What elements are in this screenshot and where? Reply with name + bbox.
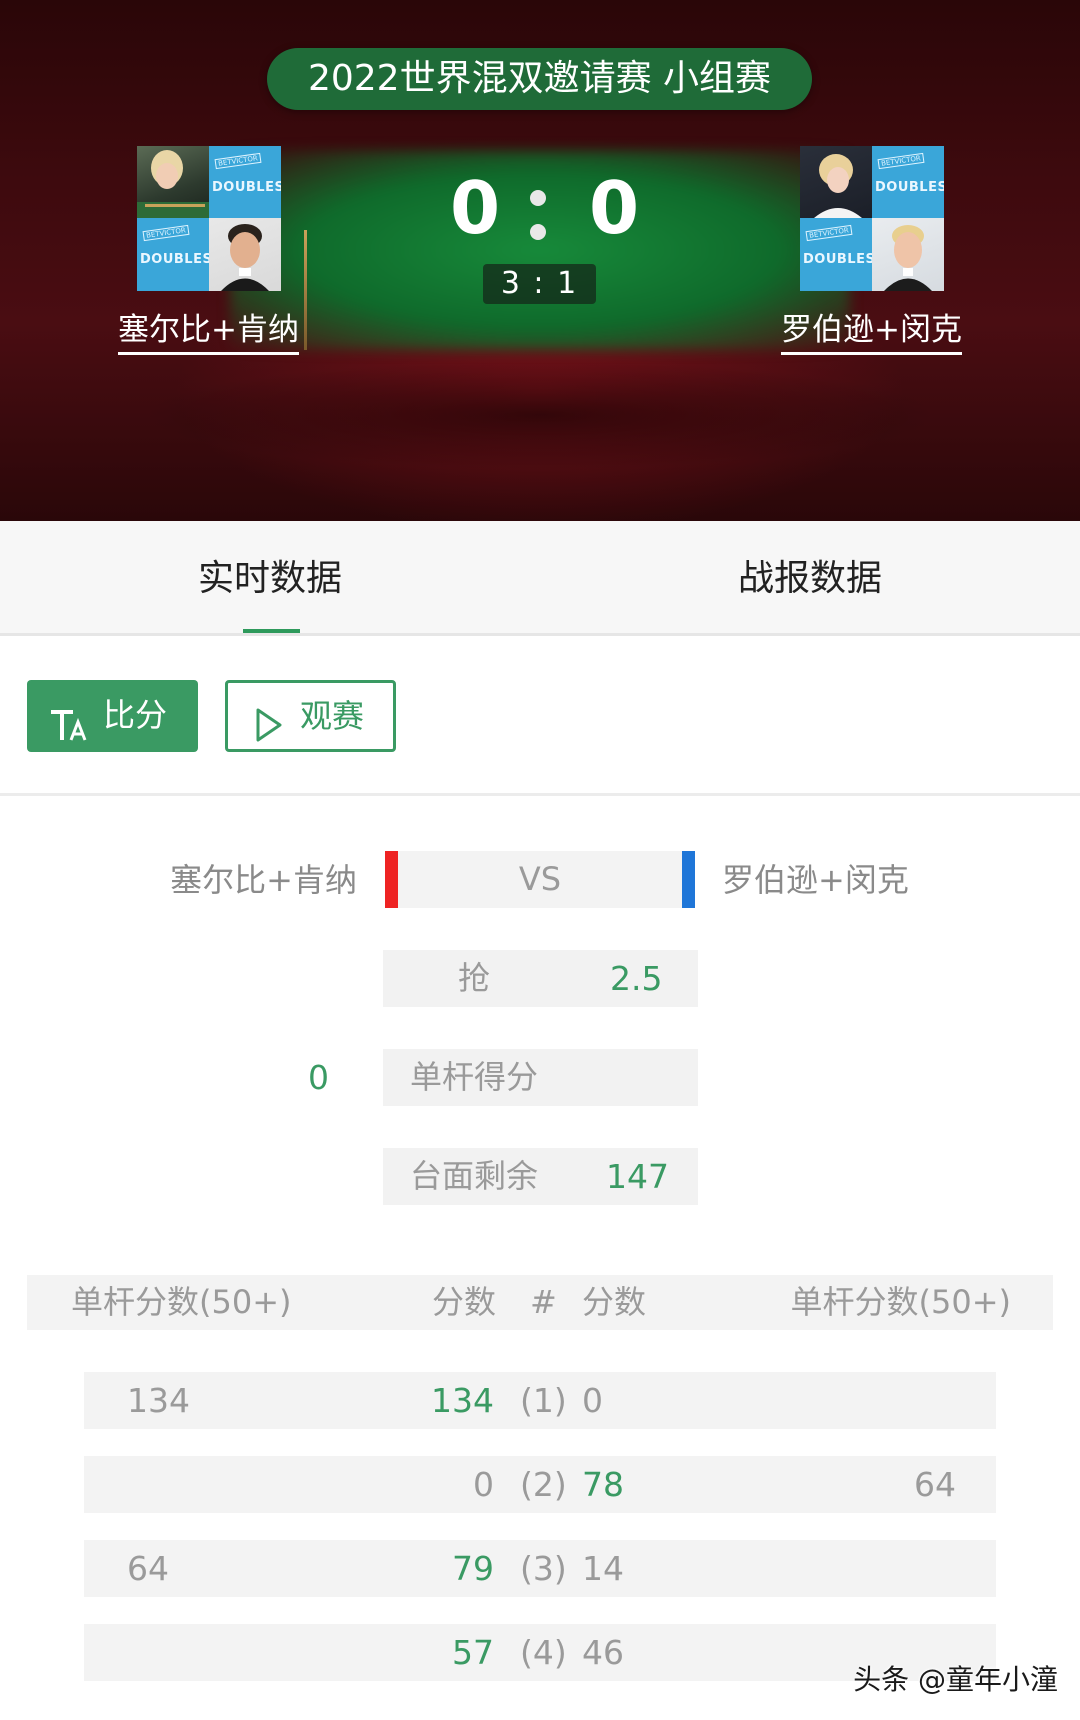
score-button[interactable]: 比分 (27, 680, 198, 752)
left-score: 134 (431, 1381, 494, 1420)
doubles-logo-text: DOUBLES (875, 180, 944, 195)
vs-label: VS (518, 860, 562, 898)
header-left-breaks: 单杆分数(50+) (71, 1283, 292, 1321)
stat-value: 147 (606, 1157, 669, 1196)
tab-report-data[interactable]: 战报数据 (540, 521, 1080, 633)
player-photo-selby-partner (137, 146, 209, 218)
frames-table-header: 单杆分数(50+) 分数 # 分数 单杆分数(50+) (27, 1275, 1053, 1330)
table-row: 0 (2) 78 64 (84, 1456, 996, 1513)
score-button-label: 比分 (103, 696, 168, 734)
team-a-score: 0 (450, 166, 501, 250)
doubles-logo-icon: BETVICTOR DOUBLES (137, 218, 209, 291)
data-tabs: 实时数据 战报数据 (0, 521, 1080, 636)
live-team-a-name: 塞尔比+肯纳 (170, 861, 357, 899)
team-b-name-link[interactable]: 罗伯逊+闵克 (781, 310, 962, 355)
stat-row-break-score: 单杆得分 (383, 1049, 698, 1106)
team-a-avatar[interactable]: BETVICTOR DOUBLES BETVICTOR DOUBLES (137, 146, 281, 291)
doubles-logo-icon: BETVICTOR DOUBLES (872, 146, 944, 218)
team-b-avatar[interactable]: BETVICTOR DOUBLES BETVICTOR DOUBLES (800, 146, 944, 291)
cue-stick-decoration (304, 230, 307, 350)
frame-number: (4) (520, 1633, 567, 1672)
doubles-logo-icon: BETVICTOR DOUBLES (209, 146, 281, 218)
watch-button-label: 观赛 (300, 697, 365, 735)
stat-row-points-remaining: 台面剩余 147 (383, 1148, 698, 1205)
divider (0, 793, 1080, 796)
player-photo-robertson (872, 218, 944, 291)
sponsor-mini-logo: BETVICTOR (142, 224, 190, 242)
stat-label: 抢 (458, 959, 491, 997)
team-a-name-link[interactable]: 塞尔比+肯纳 (118, 310, 299, 355)
left-break: 134 (127, 1381, 190, 1420)
left-score: 79 (452, 1549, 494, 1588)
stat-value: 2.5 (610, 959, 663, 998)
frame-number: (1) (520, 1381, 567, 1420)
stat-row-frames-to-win: 抢 2.5 (383, 950, 698, 1007)
table-row: 134 134 (1) 0 (84, 1372, 996, 1429)
frame-number: (2) (520, 1465, 567, 1504)
right-score: 14 (582, 1549, 624, 1588)
play-icon (254, 699, 284, 765)
doubles-logo-icon: BETVICTOR DOUBLES (800, 218, 872, 291)
tab-live-data[interactable]: 实时数据 (0, 521, 540, 633)
source-watermark: 头条 @童年小潼 (853, 1663, 1058, 1696)
left-score: 57 (452, 1633, 494, 1672)
player-photo-selby (209, 218, 281, 291)
frame-number: (3) (520, 1549, 567, 1588)
team-b-score: 0 (589, 166, 640, 250)
frames-score-badge: 3 : 1 (483, 264, 596, 304)
doubles-logo-text: DOUBLES (803, 252, 872, 267)
right-score: 0 (582, 1381, 603, 1420)
sponsor-mini-logo: BETVICTOR (877, 152, 925, 170)
stat-left-value: 0 (308, 1058, 329, 1097)
watch-button[interactable]: 观赛 (225, 680, 396, 752)
table-felt-background (230, 150, 850, 350)
match-header: 2022世界混双邀请赛 小组赛 BETVICTOR DOUBLES BETVIC… (0, 0, 1080, 521)
doubles-logo-text: DOUBLES (140, 252, 209, 267)
left-break: 64 (127, 1549, 169, 1588)
doubles-logo-text: DOUBLES (212, 180, 281, 195)
player-photo-robertson-partner (800, 146, 872, 218)
active-tab-indicator (243, 629, 300, 633)
text-size-icon (49, 698, 89, 768)
score-colon (530, 190, 548, 250)
sponsor-mini-logo: BETVICTOR (805, 224, 853, 242)
header-frame-number: # (530, 1283, 557, 1321)
live-team-b-name: 罗伯逊+闵克 (722, 861, 909, 899)
stat-label: 台面剩余 (410, 1157, 539, 1195)
right-break: 64 (914, 1465, 956, 1504)
table-row: 64 79 (3) 14 (84, 1540, 996, 1597)
right-score: 46 (582, 1633, 624, 1672)
header-left-score: 分数 (432, 1283, 497, 1321)
audience-shadow-background (140, 360, 940, 470)
stat-label: 单杆得分 (410, 1058, 539, 1096)
right-score: 78 (582, 1465, 624, 1504)
header-right-breaks: 单杆分数(50+) (790, 1283, 1011, 1321)
header-right-score: 分数 (582, 1283, 647, 1321)
sponsor-mini-logo: BETVICTOR (214, 152, 262, 170)
left-score: 0 (473, 1465, 494, 1504)
event-title: 2022世界混双邀请赛 小组赛 (267, 48, 812, 110)
